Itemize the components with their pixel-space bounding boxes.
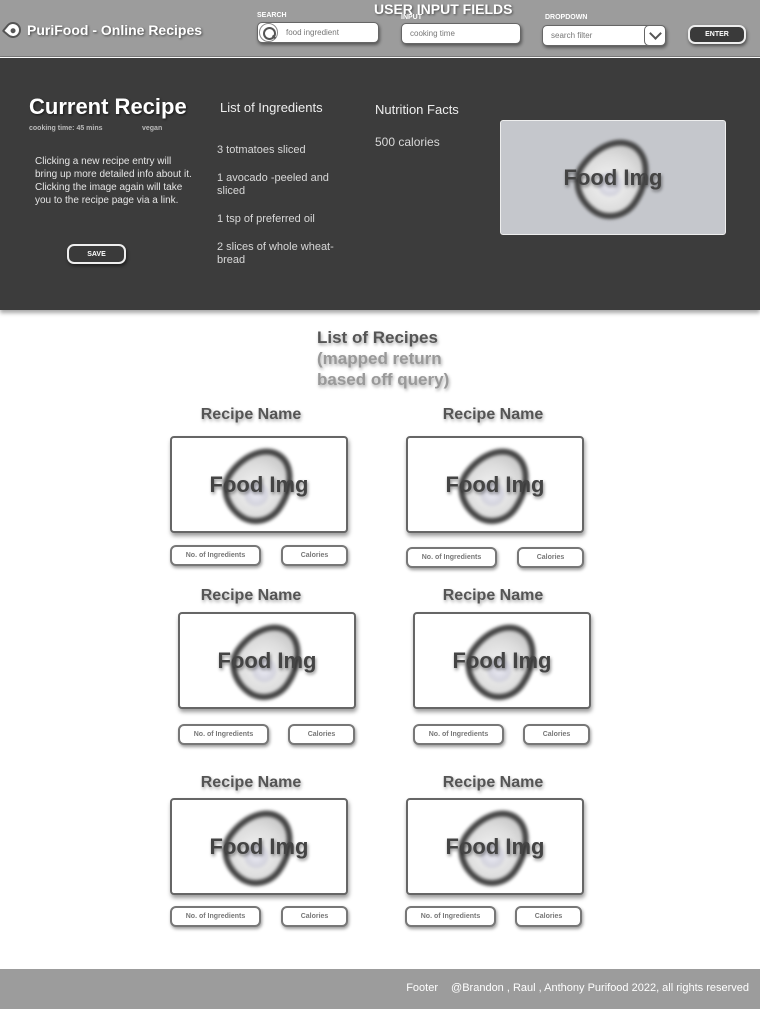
dropdown-label: DROPDOWN (545, 14, 588, 21)
food-image-label: Food Img (445, 471, 545, 497)
ingredient-item: 3 totmatoes sliced (217, 144, 306, 156)
food-image-label: Food Img (445, 833, 545, 859)
nutrition-value: 500 calories (375, 135, 440, 149)
recipe-name: Recipe Name (200, 406, 302, 423)
search-field[interactable]: food ingredient (257, 22, 379, 43)
calories-button[interactable]: Calories (523, 724, 590, 745)
ingredients-count-button[interactable]: No. of Ingredients (413, 724, 504, 745)
current-recipe-image[interactable]: Food Img (500, 120, 726, 235)
brand[interactable]: PuriFood - Online Recipes (1, 18, 203, 42)
diet-tag: vegan (142, 125, 163, 132)
calories-button[interactable]: Calories (281, 906, 348, 927)
recipe-list-title: List of Recipes (mapped return based off… (317, 327, 457, 390)
footer-credits: @Brandon , Raul , Anthony Purifood 2022,… (451, 982, 749, 994)
recipe-name: Recipe Name (200, 774, 302, 791)
calories-button[interactable]: Calories (515, 906, 582, 927)
recipe-image[interactable]: Food Img (406, 436, 584, 533)
ingredient-item: 1 tsp of preferred oil (217, 213, 315, 225)
recipe-image[interactable]: Food Img (178, 612, 356, 709)
save-button[interactable]: SAVE (67, 244, 126, 264)
food-image-label: Food Img (209, 471, 309, 497)
calories-button[interactable]: Calories (517, 547, 584, 568)
footer-text: Footer @Brandon , Raul , Anthony Purifoo… (396, 982, 749, 994)
recipe-list-heading: List of Recipes (317, 328, 438, 347)
nutrition-title: Nutrition Facts (375, 102, 459, 117)
cooking-time-input[interactable]: cooking time (410, 29, 455, 38)
ingredients-list: 3 totmatoes sliced 1 avocado -peeled and… (217, 144, 352, 282)
fields-title: USER INPUT FIELDS (374, 1, 513, 17)
calories-button[interactable]: Calories (288, 724, 355, 745)
ingredients-count-button[interactable]: No. of Ingredients (170, 545, 261, 566)
top-bar: PuriFood - Online Recipes USER INPUT FIE… (0, 0, 760, 57)
ingredients-count-button[interactable]: No. of Ingredients (406, 547, 497, 568)
food-image-label: Food Img (209, 833, 309, 859)
avocado-icon (1, 18, 25, 42)
ingredients-count-button[interactable]: No. of Ingredients (178, 724, 269, 745)
dropdown-selected: search filter (551, 31, 593, 40)
filter-dropdown[interactable]: search filter (542, 25, 666, 46)
recipe-name: Recipe Name (200, 587, 302, 604)
recipe-image[interactable]: Food Img (170, 798, 348, 895)
ingredient-item: 2 slices of whole wheat-bread (217, 241, 334, 266)
recipe-image[interactable]: Food Img (170, 436, 348, 533)
recipe-description: Clicking a new recipe entry will bring u… (35, 156, 192, 206)
search-label: SEARCH (257, 12, 287, 19)
recipe-name: Recipe Name (442, 774, 544, 791)
enter-button[interactable]: ENTER (688, 25, 746, 44)
ingredients-title: List of Ingredients (220, 100, 323, 115)
food-image-label: Food Img (217, 647, 317, 673)
food-image-label: Food Img (452, 647, 552, 673)
ingredients-count-button[interactable]: No. of Ingredients (170, 906, 261, 927)
search-input[interactable]: food ingredient (286, 28, 339, 37)
cooking-time-text: cooking time: 45 mins (29, 125, 103, 132)
current-recipe-title: Current Recipe (29, 94, 187, 119)
search-icon[interactable] (259, 23, 278, 42)
chevron-down-icon[interactable] (644, 25, 666, 46)
recipe-image[interactable]: Food Img (406, 798, 584, 895)
input-label: INPUT (401, 14, 422, 21)
current-recipe-panel: Current Recipe cooking time: 45 mins veg… (0, 58, 760, 310)
brand-name: PuriFood - Online Recipes (27, 22, 203, 38)
calories-button[interactable]: Calories (281, 545, 348, 566)
cooking-time-field[interactable]: cooking time (401, 23, 521, 44)
food-image-label: Food Img (563, 164, 663, 190)
recipe-name: Recipe Name (442, 406, 544, 423)
recipe-image[interactable]: Food Img (413, 612, 591, 709)
footer: Footer @Brandon , Raul , Anthony Purifoo… (0, 969, 760, 1009)
recipe-name: Recipe Name (442, 587, 544, 604)
ingredient-item: 1 avocado -peeled and sliced (217, 172, 329, 197)
footer-label: Footer (406, 982, 438, 994)
recipe-list-subtitle: (mapped return based off query) (317, 349, 450, 389)
ingredients-count-button[interactable]: No. of Ingredients (405, 906, 496, 927)
